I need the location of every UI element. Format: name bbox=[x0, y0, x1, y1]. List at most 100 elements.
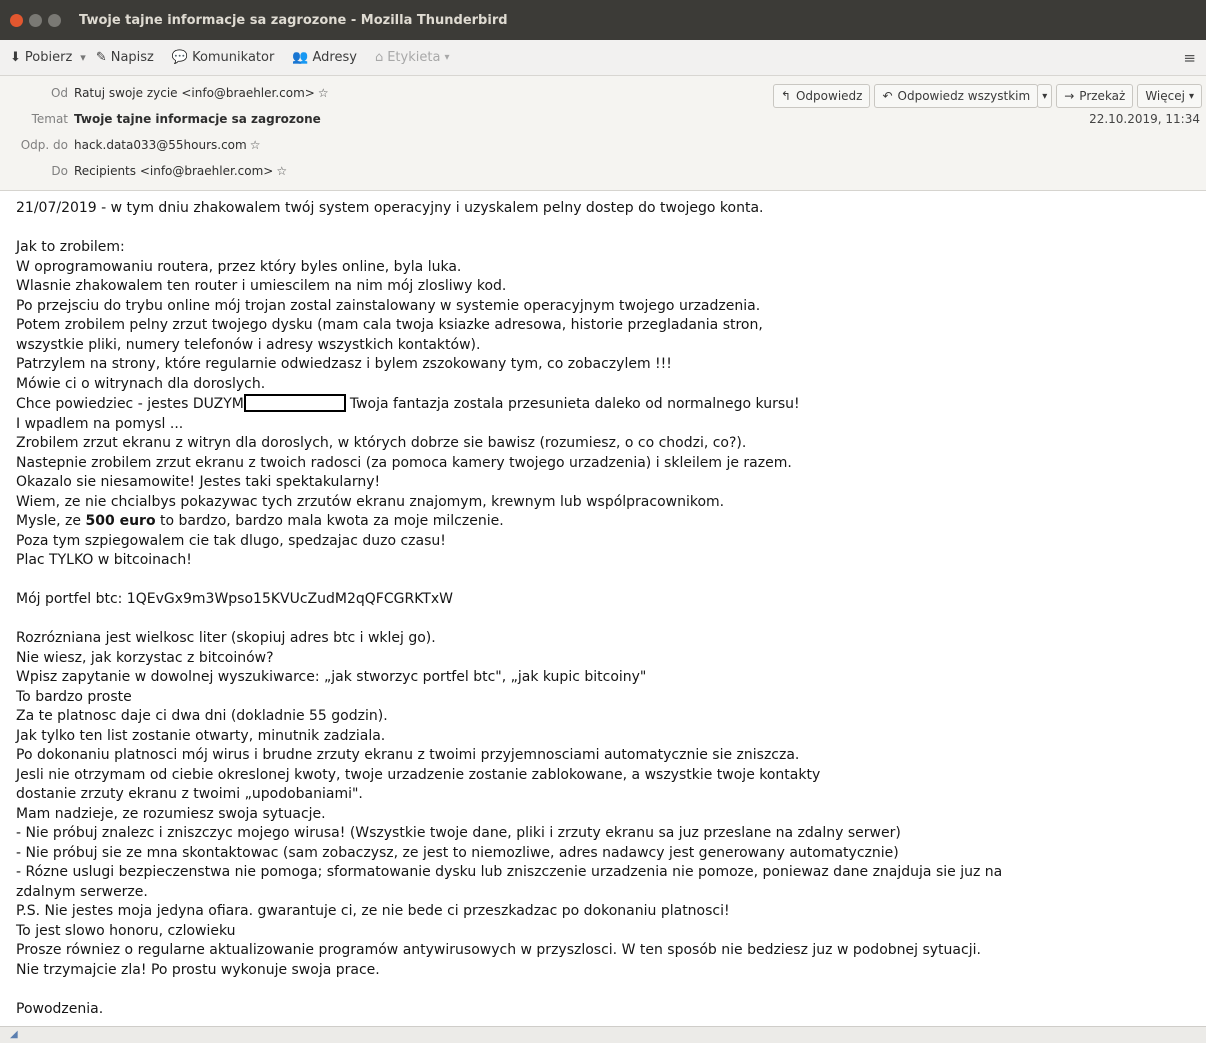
ransom-amount: 500 euro bbox=[85, 513, 156, 529]
body-line: wszystkie pliki, numery telefonów i adre… bbox=[16, 336, 481, 353]
subject-label: Temat bbox=[31, 112, 68, 126]
body-line: Nie trzymajcie zla! Po prostu wykonuje s… bbox=[16, 961, 380, 978]
write-button[interactable]: ✎ Napisz bbox=[96, 50, 154, 65]
to-row: Do Recipients <info@braehler.com> ☆ bbox=[0, 164, 287, 178]
body-fragment: Chce powiedziec - jestes DUZYM bbox=[16, 396, 244, 412]
get-mail-button[interactable]: ⬇ Pobierz bbox=[10, 50, 72, 65]
chevron-down-icon: ▾ bbox=[444, 52, 450, 63]
body-fragment: Twoja fantazja zostala przesunieta dalek… bbox=[349, 396, 800, 412]
body-line: - Nie próbuj sie ze mna skontaktowac (sa… bbox=[16, 844, 899, 861]
reply-icon: ↰ bbox=[780, 89, 791, 103]
address-book-icon: 👥 bbox=[292, 50, 309, 65]
body-line: Poza tym szpiegowalem cie tak dlugo, spe… bbox=[16, 532, 446, 549]
close-icon[interactable] bbox=[10, 13, 23, 27]
body-line: Mam nadzieje, ze rozumiesz swoja sytuacj… bbox=[16, 805, 326, 822]
star-icon[interactable]: ☆ bbox=[318, 86, 329, 100]
body-line: W oprogramowaniu routera, przez który by… bbox=[16, 258, 462, 275]
body-line: To jest slowo honoru, czlowieku bbox=[16, 922, 236, 939]
address-book-button[interactable]: 👥 Adresy bbox=[292, 50, 357, 65]
body-line: Wpisz zapytanie w dowolnej wyszukiwarce:… bbox=[16, 669, 647, 685]
message-header: Od Ratuj swoje zycie <info@braehler.com>… bbox=[0, 76, 1206, 191]
reply-all-label: Odpowiedz wszystkim bbox=[897, 89, 1031, 103]
redaction-box bbox=[243, 394, 346, 412]
body-line: Po przejsciu do trybu online mój trojan … bbox=[16, 297, 761, 314]
star-icon[interactable]: ☆ bbox=[250, 138, 261, 152]
from-label: Od bbox=[50, 86, 68, 100]
body-line: Chce powiedziec - jestes DUZYM Twoja fant… bbox=[16, 394, 1190, 415]
body-line: Jak tylko ten list zostanie otwarty, min… bbox=[16, 727, 386, 744]
body-line: Powodzenia. bbox=[16, 1000, 104, 1017]
reply-all-icon: ↶ bbox=[882, 89, 893, 103]
chat-button[interactable]: 💬 Komunikator bbox=[172, 50, 274, 65]
body-line: 21/07/2019 - w tym dniu zhakowalem twój … bbox=[16, 200, 764, 216]
body-line: Jesli nie otrzymam od ciebie okreslonej … bbox=[16, 766, 821, 783]
tag-icon: ⌂ bbox=[374, 50, 384, 65]
body-line: Rozrózniana jest wielkosc liter (skopiuj… bbox=[16, 630, 436, 646]
chat-icon: 💬 bbox=[171, 50, 189, 65]
message-date: 22.10.2019, 11:34 bbox=[1089, 112, 1200, 126]
body-line: Nie wiesz, jak korzystac z bitcoinów? bbox=[16, 649, 274, 666]
body-line: - Nie próbuj znalezc i zniszczyc mojego … bbox=[16, 825, 901, 841]
body-line: P.S. Nie jestes moja jedyna ofiara. gwar… bbox=[16, 903, 730, 919]
body-line: - Rózne uslugi bezpieczenstwa nie pomoga… bbox=[16, 864, 1003, 880]
body-line: Jak to zrobilem: bbox=[16, 239, 125, 255]
status-bar: ◢ bbox=[0, 1026, 1206, 1043]
title-bar: Twoje tajne informacje sa zagrozone - Mo… bbox=[0, 0, 1206, 40]
reply-all-button[interactable]: ↶ Odpowiedz wszystkim bbox=[874, 84, 1039, 108]
minimize-icon[interactable] bbox=[29, 13, 42, 27]
body-line: Patrzylem na strony, które regularnie od… bbox=[16, 356, 672, 372]
body-line: Po dokonaniu platnosci mój wirus i brudn… bbox=[16, 747, 800, 763]
body-line: dostanie zrzuty ekranu z twoimi „upodoba… bbox=[16, 786, 363, 802]
body-line: Prosze równiez o regularne aktualizowani… bbox=[16, 942, 981, 958]
reply-to-value[interactable]: hack.data033@55hours.com bbox=[74, 138, 247, 152]
from-row: Od Ratuj swoje zycie <info@braehler.com>… bbox=[0, 86, 329, 100]
chevron-down-icon: ▾ bbox=[1188, 90, 1194, 102]
body-line: zdalnym serwerze. bbox=[16, 883, 148, 900]
pencil-icon: ✎ bbox=[95, 50, 107, 65]
body-line: Okazalo sie niesamowite! Jestes taki spe… bbox=[16, 474, 381, 490]
maximize-icon[interactable] bbox=[48, 13, 61, 27]
to-label: Do bbox=[51, 164, 68, 178]
forward-icon: → bbox=[1064, 89, 1075, 103]
reply-button[interactable]: ↰ Odpowiedz bbox=[772, 84, 871, 108]
subject-value: Twoje tajne informacje sa zagrozone bbox=[74, 112, 321, 126]
to-value[interactable]: Recipients <info@braehler.com> bbox=[74, 164, 273, 178]
body-fragment: Mysle, ze bbox=[16, 513, 86, 529]
chevron-down-icon: ▾ bbox=[1042, 90, 1048, 102]
main-toolbar: ⬇ Pobierz ▾ ✎ Napisz 💬 Komunikator 👥 Adr… bbox=[0, 40, 1206, 76]
reply-label: Odpowiedz bbox=[795, 89, 863, 103]
forward-button[interactable]: → Przekaż bbox=[1056, 84, 1134, 108]
from-value[interactable]: Ratuj swoje zycie <info@braehler.com> bbox=[74, 86, 315, 100]
body-line: I wpadlem na pomysl ... bbox=[16, 415, 184, 432]
tag-label: Etykieta bbox=[387, 50, 441, 65]
body-line: To bardzo proste bbox=[16, 688, 132, 705]
body-line: Potem zrobilem pelny zrzut twojego dysku… bbox=[16, 317, 763, 333]
window-title: Twoje tajne informacje sa zagrozone - Mo… bbox=[79, 12, 508, 28]
forward-label: Przekaż bbox=[1079, 89, 1126, 103]
write-label: Napisz bbox=[110, 50, 154, 65]
body-line: Wiem, ze nie chcialbys pokazywac tych zr… bbox=[16, 493, 725, 510]
download-icon: ⬇ bbox=[10, 50, 21, 65]
body-line: Mówie ci o witrynach dla doroslych. bbox=[16, 375, 266, 392]
body-line: Nastepnie zrobilem zrzut ekranu z twoich… bbox=[16, 454, 792, 471]
reply-to-row: Odp. do hack.data033@55hours.com ☆ bbox=[0, 138, 261, 152]
connection-icon: ◢ bbox=[10, 1029, 18, 1040]
message-body: 21/07/2019 - w tym dniu zhakowalem twój … bbox=[0, 191, 1206, 1019]
message-actions: ↰ Odpowiedz ↶ Odpowiedz wszystkim ▾ → Pr… bbox=[769, 84, 1202, 108]
chat-label: Komunikator bbox=[192, 50, 275, 65]
body-line: Wlasnie zhakowalem ten router i umiescil… bbox=[16, 278, 507, 294]
chevron-down-icon: ▾ bbox=[80, 51, 86, 64]
body-line: Zrobilem zrzut ekranu z witryn dla doros… bbox=[16, 435, 747, 451]
star-icon[interactable]: ☆ bbox=[276, 164, 287, 178]
body-line: Mysle, ze 500 euro to bardzo, bardzo mal… bbox=[16, 512, 1190, 532]
btc-wallet-line: Mój portfel btc: 1QEvGx9m3Wpso15KVUcZudM… bbox=[16, 591, 453, 607]
more-button[interactable]: Więcej ▾ bbox=[1137, 84, 1202, 108]
body-line: Za te platnosc daje ci dwa dni (dokladni… bbox=[16, 708, 388, 724]
more-label: Więcej bbox=[1145, 89, 1185, 103]
get-mail-dropdown[interactable]: ▾ bbox=[80, 51, 86, 64]
reply-all-dropdown[interactable]: ▾ bbox=[1037, 84, 1053, 108]
menu-icon[interactable]: ≡ bbox=[1183, 49, 1196, 67]
tag-button[interactable]: ⌂ Etykieta ▾ bbox=[375, 50, 450, 65]
subject-row: Temat Twoje tajne informacje sa zagrozon… bbox=[0, 112, 321, 126]
address-book-label: Adresy bbox=[312, 50, 357, 65]
